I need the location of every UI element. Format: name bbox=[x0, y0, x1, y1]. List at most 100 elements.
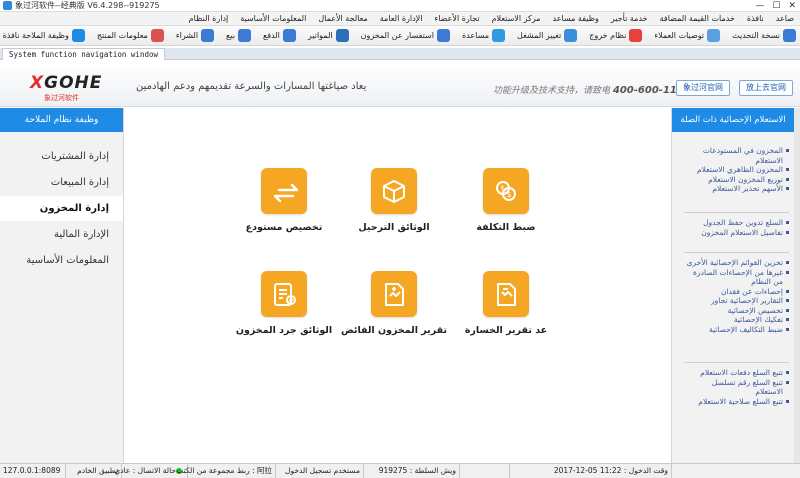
menu-item-10[interactable]: إدارة النظام bbox=[183, 12, 235, 25]
menu-bar: صاعد نافذة خدمات القيمة المضافة خدمة تأجير و… bbox=[0, 12, 800, 26]
left-nav-item-2[interactable]: إدارة المخزون bbox=[0, 196, 123, 221]
module-label: الوثائق الترحيل bbox=[358, 222, 430, 233]
left-panel-header: وظيفة نظام الملاحة bbox=[0, 108, 123, 132]
vertical-scrollbar[interactable] bbox=[794, 108, 800, 463]
toolbar-button-label: نظام خروج bbox=[589, 31, 627, 40]
menu-item-7[interactable]: الإدارة العامة bbox=[374, 12, 429, 25]
toolbar-button-11[interactable]: وظيفة الملاحة نافذة bbox=[0, 27, 89, 45]
status-empty bbox=[460, 464, 510, 478]
stat-link[interactable]: تتبع السلع رقم تسلسل الاستعلام bbox=[686, 378, 789, 397]
stat-link-label: ضبط التكاليف الإحصائية bbox=[708, 324, 783, 334]
customer-recommend-icon bbox=[707, 29, 721, 42]
stat-link-label: المخزون في المستودعات الاستعلام bbox=[702, 146, 783, 165]
toolbar-button-label: الشراء bbox=[175, 31, 199, 40]
minimize-icon[interactable]: — bbox=[755, 1, 764, 11]
stat-link[interactable]: الأسهم تحذير الاستعلام bbox=[686, 184, 789, 194]
menu-item-9[interactable]: المعلومات الأساسية bbox=[234, 12, 312, 25]
close-icon[interactable]: ✕ bbox=[788, 1, 796, 11]
menu-item-6[interactable]: تجارة الأعضاء bbox=[428, 12, 485, 25]
bullet-icon bbox=[786, 380, 789, 384]
module-label: تخصيص مستودع bbox=[245, 222, 323, 233]
stat-link[interactable]: ضبط التكاليف الإحصائية bbox=[686, 325, 789, 335]
currency-exchange-icon: $ $ bbox=[483, 168, 529, 214]
svg-text:$: $ bbox=[500, 184, 505, 193]
module-label: الوثائق جرد المخزون bbox=[235, 325, 333, 336]
toolbar-button-2[interactable]: نظام خروج bbox=[585, 27, 646, 45]
stat-link[interactable]: توزيع المخزون الاستعلام bbox=[686, 175, 789, 185]
toolbar-button-label: وظيفة الملاحة نافذة bbox=[2, 31, 69, 40]
second-site-button[interactable]: 放上去官网 bbox=[739, 80, 793, 96]
menu-item-1[interactable]: نافذة bbox=[741, 12, 770, 25]
left-nav-item-0[interactable]: إدارة المشتريات bbox=[0, 144, 123, 169]
toolbar-button-5[interactable]: استفسار عن المخزون bbox=[357, 27, 454, 45]
module-label: عد تقرير الخسارة bbox=[464, 325, 548, 336]
stat-link[interactable]: تفكيك الإحصائية bbox=[686, 315, 789, 325]
bullet-icon bbox=[786, 221, 789, 224]
toolbar-button-label: بيع bbox=[226, 31, 235, 40]
toolbar-button-4[interactable]: مساعدة bbox=[458, 27, 509, 45]
loss-report-icon bbox=[483, 271, 529, 317]
official-site-button[interactable]: 象过河官网 bbox=[676, 80, 730, 96]
stat-link[interactable]: تتبع السلع دفعات الاستعلام bbox=[686, 368, 789, 378]
menu-item-4[interactable]: وظيفة مساعد bbox=[547, 12, 605, 25]
payment-icon bbox=[282, 29, 296, 42]
bullet-icon bbox=[786, 230, 789, 234]
bullet-icon bbox=[786, 289, 789, 293]
toolbar-button-6[interactable]: المواتير bbox=[304, 27, 353, 45]
left-nav-item-4[interactable]: المعلومات الأساسية bbox=[0, 248, 123, 273]
title-bar: 象过河软件--经典版 V6.4.298--919275 — ☐ ✕ bbox=[0, 0, 800, 12]
left-nav-item-1[interactable]: إدارة المبيعات bbox=[0, 170, 123, 195]
toolbar-button-label: استفسار عن المخزون bbox=[360, 31, 434, 40]
menu-item-2[interactable]: خدمات القيمة المضافة bbox=[654, 12, 741, 25]
stat-link[interactable]: السلع تدوين حفظ الجدول bbox=[686, 218, 789, 228]
stat-link-label: غيرها من الإحصاءات الصادرة من النظام bbox=[693, 267, 783, 287]
maximize-icon[interactable]: ☐ bbox=[772, 1, 780, 11]
stat-link[interactable]: تتبع السلع صلاحية الاستعلام bbox=[686, 397, 789, 407]
stat-link[interactable]: تفاصيل الاستعلام المخزون bbox=[686, 228, 789, 238]
surplus-report-icon bbox=[371, 271, 417, 317]
module-button-0[interactable]: تخصيص مستودع bbox=[224, 168, 344, 233]
stat-link-label: التقارير الإحصائية تجاوز bbox=[711, 296, 783, 305]
tab-navigation-window[interactable]: System function navigation window bbox=[2, 48, 166, 60]
toolbar-button-8[interactable]: بيع bbox=[222, 27, 255, 45]
toolbar-button-1[interactable]: توصيات العملاء bbox=[650, 27, 724, 45]
svg-text:$: $ bbox=[507, 190, 512, 199]
toolbar-button-7[interactable]: الدفع bbox=[259, 27, 300, 45]
stat-link-label: تفاصيل الاستعلام المخزون bbox=[701, 227, 783, 237]
menu-item-3[interactable]: خدمة تأجير bbox=[605, 12, 654, 25]
module-button-5[interactable]: عد تقرير الخسارة bbox=[446, 271, 566, 336]
menu-item-5[interactable]: مركز الاستعلام bbox=[486, 12, 547, 25]
bullet-icon bbox=[786, 399, 789, 403]
left-nav-item-3[interactable]: الإدارة المالية bbox=[0, 222, 123, 247]
stat-link[interactable]: إحصاءات عن فقدان bbox=[686, 287, 789, 297]
sale-icon bbox=[237, 29, 251, 42]
toolbar-button-10[interactable]: معلومات المنتج bbox=[93, 27, 168, 45]
inventory-query-icon bbox=[436, 29, 450, 42]
module-button-4[interactable]: تقرير المخزون الفائض bbox=[334, 271, 454, 336]
bullet-icon bbox=[786, 187, 789, 190]
stat-link[interactable]: تخصيص الإحصائية bbox=[686, 306, 789, 316]
stat-link-label: إحصاءات عن فقدان bbox=[720, 286, 783, 296]
module-button-1[interactable]: الوثائق الترحيل bbox=[334, 168, 454, 233]
module-button-3[interactable]: الوثائق جرد المخزون bbox=[224, 271, 344, 336]
menu-item-8[interactable]: معالجة الأعمال bbox=[312, 12, 373, 25]
stat-link[interactable]: المخزون في المستودعات الاستعلام bbox=[686, 146, 789, 165]
stat-link-label: تتبع السلع رقم تسلسل الاستعلام bbox=[711, 377, 783, 397]
stat-link[interactable]: التقارير الإحصائية تجاوز bbox=[686, 296, 789, 306]
package-box-icon bbox=[371, 168, 417, 214]
toolbar-button-9[interactable]: الشراء bbox=[172, 27, 218, 45]
product-info-icon bbox=[150, 29, 164, 42]
stat-link[interactable]: المخزون الظاهري الاستعلام bbox=[686, 165, 789, 175]
right-statistics-panel: الاستعلام الإحصائية ذات الصلة المخزون في… bbox=[671, 108, 794, 463]
stat-link[interactable]: غيرها من الإحصاءات الصادرة من النظام bbox=[686, 268, 789, 287]
toolbar-button-0[interactable]: نسخة التحديث bbox=[728, 27, 800, 45]
stat-link-label: تخصيص الإحصائية bbox=[727, 305, 783, 315]
banner: XGOHE 象过河软件 يعاد صياغتها المسارات والسرع… bbox=[0, 61, 800, 107]
toolbar-button-3[interactable]: تغيير المشغل bbox=[513, 27, 581, 45]
bullet-icon bbox=[786, 308, 789, 312]
status-login-time: وقت الدخول : 11:22 05-12-2017 bbox=[510, 464, 672, 478]
module-button-2[interactable]: $ $ ضبط التكلفة bbox=[446, 168, 566, 233]
module-area: تخصيص مستودع الوثائق الترحيل $ $ ضبط التكلفة… bbox=[124, 108, 670, 463]
stat-link[interactable]: تخزين القوائم الإحصائية الأخرى bbox=[686, 258, 789, 268]
menu-item-0[interactable]: صاعد bbox=[770, 12, 800, 25]
